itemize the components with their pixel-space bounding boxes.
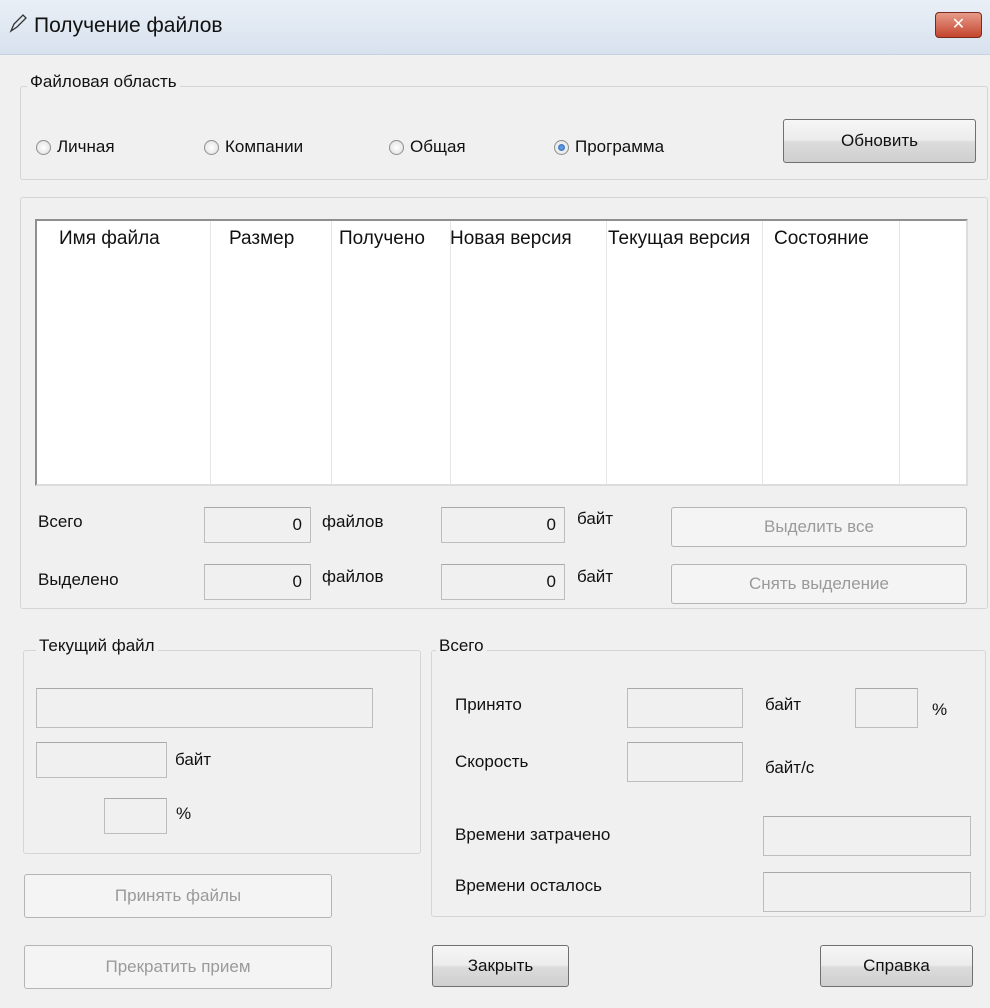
current-file-bytes-unit: байт	[175, 750, 212, 769]
radio-program[interactable]: Программа	[554, 137, 664, 157]
column-header-size[interactable]: Размер	[223, 221, 333, 255]
total-files-field: 0	[204, 507, 311, 543]
close-button[interactable]: Закрыть	[432, 945, 569, 987]
column-header-received[interactable]: Получено	[333, 221, 455, 255]
total-bytes-field: 0	[441, 507, 565, 543]
refresh-button[interactable]: Обновить	[783, 119, 976, 163]
selected-bytes-field: 0	[441, 564, 565, 600]
file-list-header: Имя файла Размер Получено Новая версия Т…	[37, 221, 966, 255]
deselect-button[interactable]: Снять выделение	[671, 564, 967, 604]
radio-shared-circle	[389, 139, 404, 155]
elapsed-label: Времени затрачено	[455, 825, 611, 844]
radio-shared[interactable]: Общая	[389, 137, 466, 157]
selected-label: Выделено	[38, 570, 119, 589]
file-list[interactable]: Имя файла Размер Получено Новая версия Т…	[35, 219, 968, 486]
column-header-status[interactable]: Состояние	[768, 221, 908, 255]
current-file-percent-unit: %	[176, 804, 192, 823]
accept-files-button[interactable]: Принять файлы	[24, 874, 332, 918]
close-window-button[interactable]: ✕	[935, 12, 982, 38]
remaining-label: Времени осталось	[455, 876, 602, 895]
selected-files-field: 0	[204, 564, 311, 600]
current-file-bytes-field	[36, 742, 167, 778]
radio-company-circle	[204, 139, 219, 155]
elapsed-field	[763, 816, 971, 856]
window-title: Получение файлов	[34, 14, 223, 37]
column-header-current-version[interactable]: Текущая версия	[608, 221, 762, 255]
select-all-button[interactable]: Выделить все	[671, 507, 967, 547]
column-divider	[210, 221, 211, 484]
speed-label: Скорость	[455, 752, 529, 771]
column-header-new-version[interactable]: Новая версия	[450, 221, 608, 255]
title-bar: Получение файлов ✕	[0, 0, 990, 55]
column-divider	[450, 221, 451, 484]
file-area-label: Файловая область	[27, 72, 180, 92]
column-divider	[899, 221, 900, 484]
speed-field	[627, 742, 743, 782]
pen-icon	[9, 14, 27, 33]
total-bytes-unit: байт	[577, 509, 614, 528]
radio-company[interactable]: Компании	[204, 137, 303, 157]
help-button[interactable]: Справка	[820, 945, 973, 987]
total-progress-label: Всего	[436, 636, 487, 656]
selected-bytes-unit: байт	[577, 567, 614, 586]
speed-unit: байт/с	[765, 758, 815, 777]
column-divider	[762, 221, 763, 484]
selected-files-unit: файлов	[322, 567, 384, 586]
received-percent-unit: %	[932, 700, 948, 719]
radio-personal[interactable]: Личная	[36, 137, 115, 157]
stop-receiving-button[interactable]: Прекратить прием	[24, 945, 332, 989]
radio-personal-circle	[36, 139, 51, 155]
radio-company-label: Компании	[225, 137, 304, 156]
radio-shared-label: Общая	[410, 137, 466, 156]
received-label: Принято	[455, 695, 522, 714]
received-percent-field	[855, 688, 918, 728]
radio-program-circle	[554, 139, 569, 155]
received-unit: байт	[765, 695, 802, 714]
total-label: Всего	[38, 512, 83, 531]
current-file-label: Текущий файл	[36, 636, 158, 656]
column-divider	[606, 221, 607, 484]
current-file-percent-field	[104, 798, 167, 834]
radio-personal-label: Личная	[57, 137, 115, 156]
total-files-unit: файлов	[322, 512, 384, 531]
column-divider	[331, 221, 332, 484]
radio-program-label: Программа	[575, 137, 665, 156]
remaining-field	[763, 872, 971, 912]
column-header-name[interactable]: Имя файла	[53, 221, 213, 255]
received-field	[627, 688, 743, 728]
current-file-name-field	[36, 688, 373, 728]
